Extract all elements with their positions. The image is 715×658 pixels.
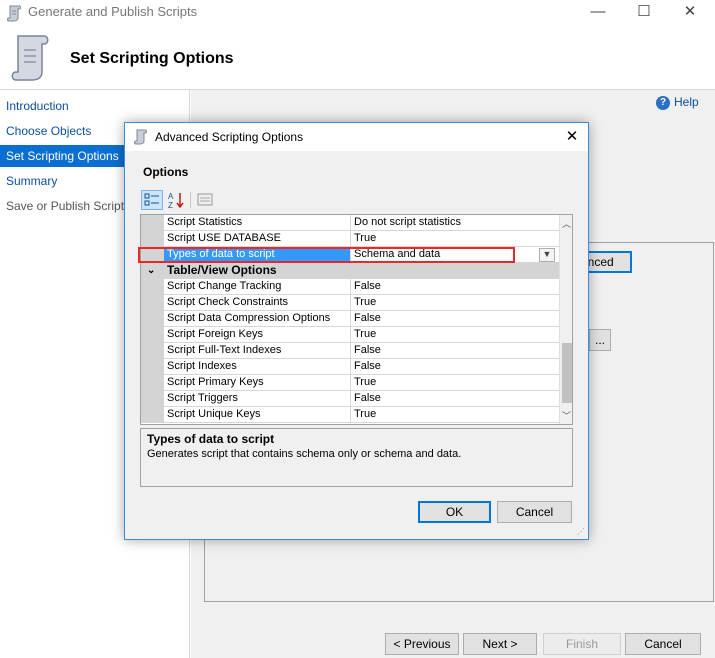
collapse-chevron-icon[interactable]: ⌄ <box>147 263 155 278</box>
row-gutter <box>141 327 164 343</box>
property-row[interactable]: Script Foreign Keys True <box>141 327 559 343</box>
property-name: Script Data Compression Options <box>167 312 331 324</box>
property-name: Script Triggers <box>167 392 238 404</box>
property-value[interactable]: True <box>350 407 559 423</box>
dropdown-arrow-icon[interactable]: ▼ <box>539 248 555 262</box>
property-name: Script Change Tracking <box>167 280 282 292</box>
scroll-up-icon[interactable]: ︿ <box>562 217 571 230</box>
grid-scrollbar[interactable]: ︿ ﹀ <box>559 215 572 424</box>
property-row[interactable]: Script Change Tracking False <box>141 279 559 295</box>
row-gutter <box>141 359 164 375</box>
property-row[interactable]: Script Data Compression Options False <box>141 311 559 327</box>
row-gutter <box>141 295 164 311</box>
maximize-icon: ☐ <box>637 3 651 20</box>
scroll-document-icon <box>11 35 49 81</box>
dialog-titlebar: Advanced Scripting Options ✕ <box>125 123 588 151</box>
alphabetical-sort-button[interactable]: A Z <box>166 190 188 210</box>
row-gutter <box>141 407 164 423</box>
property-name: Script Indexes <box>167 360 237 372</box>
category-name: Table/View Options <box>167 263 277 277</box>
toolbar-divider <box>190 192 191 208</box>
maximize-button[interactable]: ☐ <box>621 0 667 26</box>
row-gutter <box>141 343 164 359</box>
property-value[interactable]: False <box>350 311 559 327</box>
close-button[interactable]: ✕ <box>667 0 713 26</box>
row-gutter <box>141 279 164 295</box>
property-row[interactable]: Script Indexes False <box>141 359 559 375</box>
property-value[interactable]: False <box>350 359 559 375</box>
minimize-button[interactable]: — <box>575 0 621 26</box>
property-name: Script Unique Keys <box>167 408 261 420</box>
row-gutter <box>141 231 164 247</box>
minimize-icon: — <box>590 3 606 20</box>
property-value[interactable]: False <box>350 391 559 407</box>
wizard-header: Set Scripting Options <box>0 26 715 90</box>
help-icon: ? <box>656 96 670 110</box>
description-text: Generates script that contains schema on… <box>147 448 462 460</box>
sort-az-icon: A Z <box>168 192 184 210</box>
highlight-annotation <box>138 247 515 263</box>
property-value[interactable]: True <box>350 231 559 247</box>
resize-grip-icon[interactable]: ⋰ <box>577 527 585 536</box>
property-row[interactable]: Script Full-Text Indexes False <box>141 343 559 359</box>
property-name: Script Full-Text Indexes <box>167 344 282 356</box>
property-value[interactable]: Do not script statistics <box>350 215 559 231</box>
property-pages-icon <box>197 193 213 206</box>
close-icon: ✕ <box>683 3 697 20</box>
property-value[interactable]: True <box>350 375 559 391</box>
browse-button[interactable]: ... <box>589 329 611 351</box>
property-row[interactable]: Script Primary Keys True <box>141 375 559 391</box>
property-row[interactable]: Script Unique Keys True <box>141 407 559 423</box>
previous-button[interactable]: < Previous <box>385 633 459 655</box>
property-value[interactable]: True <box>350 295 559 311</box>
dialog-cancel-button[interactable]: Cancel <box>497 501 572 523</box>
dialog-close-button[interactable]: ✕ <box>558 126 586 148</box>
options-heading: Options <box>143 165 189 179</box>
advanced-scripting-options-dialog: Advanced Scripting Options ✕ Options A Z… <box>124 122 589 540</box>
property-name: Script Primary Keys <box>167 376 264 388</box>
dialog-title: Advanced Scripting Options <box>155 130 304 144</box>
row-gutter <box>141 391 164 407</box>
window-titlebar: Generate and Publish Scripts — ☐ ✕ <box>0 0 715 26</box>
property-row[interactable]: Script Triggers False <box>141 391 559 407</box>
svg-text:Z: Z <box>168 201 173 210</box>
property-value[interactable]: True <box>350 327 559 343</box>
scroll-thumb[interactable] <box>562 343 572 403</box>
categorized-view-button[interactable] <box>141 190 163 210</box>
ok-button[interactable]: OK <box>418 501 491 523</box>
row-gutter <box>141 215 164 231</box>
help-label: Help <box>674 95 699 109</box>
row-gutter <box>141 311 164 327</box>
page-title: Set Scripting Options <box>70 50 234 67</box>
property-name: Script Check Constraints <box>167 296 289 308</box>
script-icon <box>134 129 147 145</box>
property-name: Script Foreign Keys <box>167 328 263 340</box>
nav-item-introduction[interactable]: Introduction <box>0 95 189 117</box>
next-button[interactable]: Next > <box>463 633 537 655</box>
property-row[interactable]: Script Check Constraints True <box>141 295 559 311</box>
property-grid[interactable]: Script Statistics Do not script statisti… <box>140 214 573 425</box>
property-value[interactable]: False <box>350 343 559 359</box>
property-row[interactable]: Script Statistics Do not script statisti… <box>141 215 559 231</box>
wizard-cancel-button[interactable]: Cancel <box>625 633 701 655</box>
svg-text:A: A <box>168 192 174 201</box>
property-row[interactable]: Script USE DATABASE True <box>141 231 559 247</box>
description-pane: Types of data to script Generates script… <box>140 428 573 487</box>
scroll-down-icon[interactable]: ﹀ <box>562 409 571 422</box>
property-name: Script Statistics <box>167 216 243 228</box>
category-row[interactable]: ⌄ Table/View Options <box>141 263 559 279</box>
property-pages-button[interactable] <box>195 190 217 210</box>
property-value[interactable]: False <box>350 279 559 295</box>
close-icon: ✕ <box>565 128 579 145</box>
property-name: Script USE DATABASE <box>167 232 281 244</box>
row-gutter <box>141 375 164 391</box>
finish-button[interactable]: Finish <box>543 633 621 655</box>
script-icon <box>7 5 21 22</box>
categorized-icon <box>144 193 159 206</box>
description-title: Types of data to script <box>147 432 275 446</box>
window-title: Generate and Publish Scripts <box>28 4 198 19</box>
